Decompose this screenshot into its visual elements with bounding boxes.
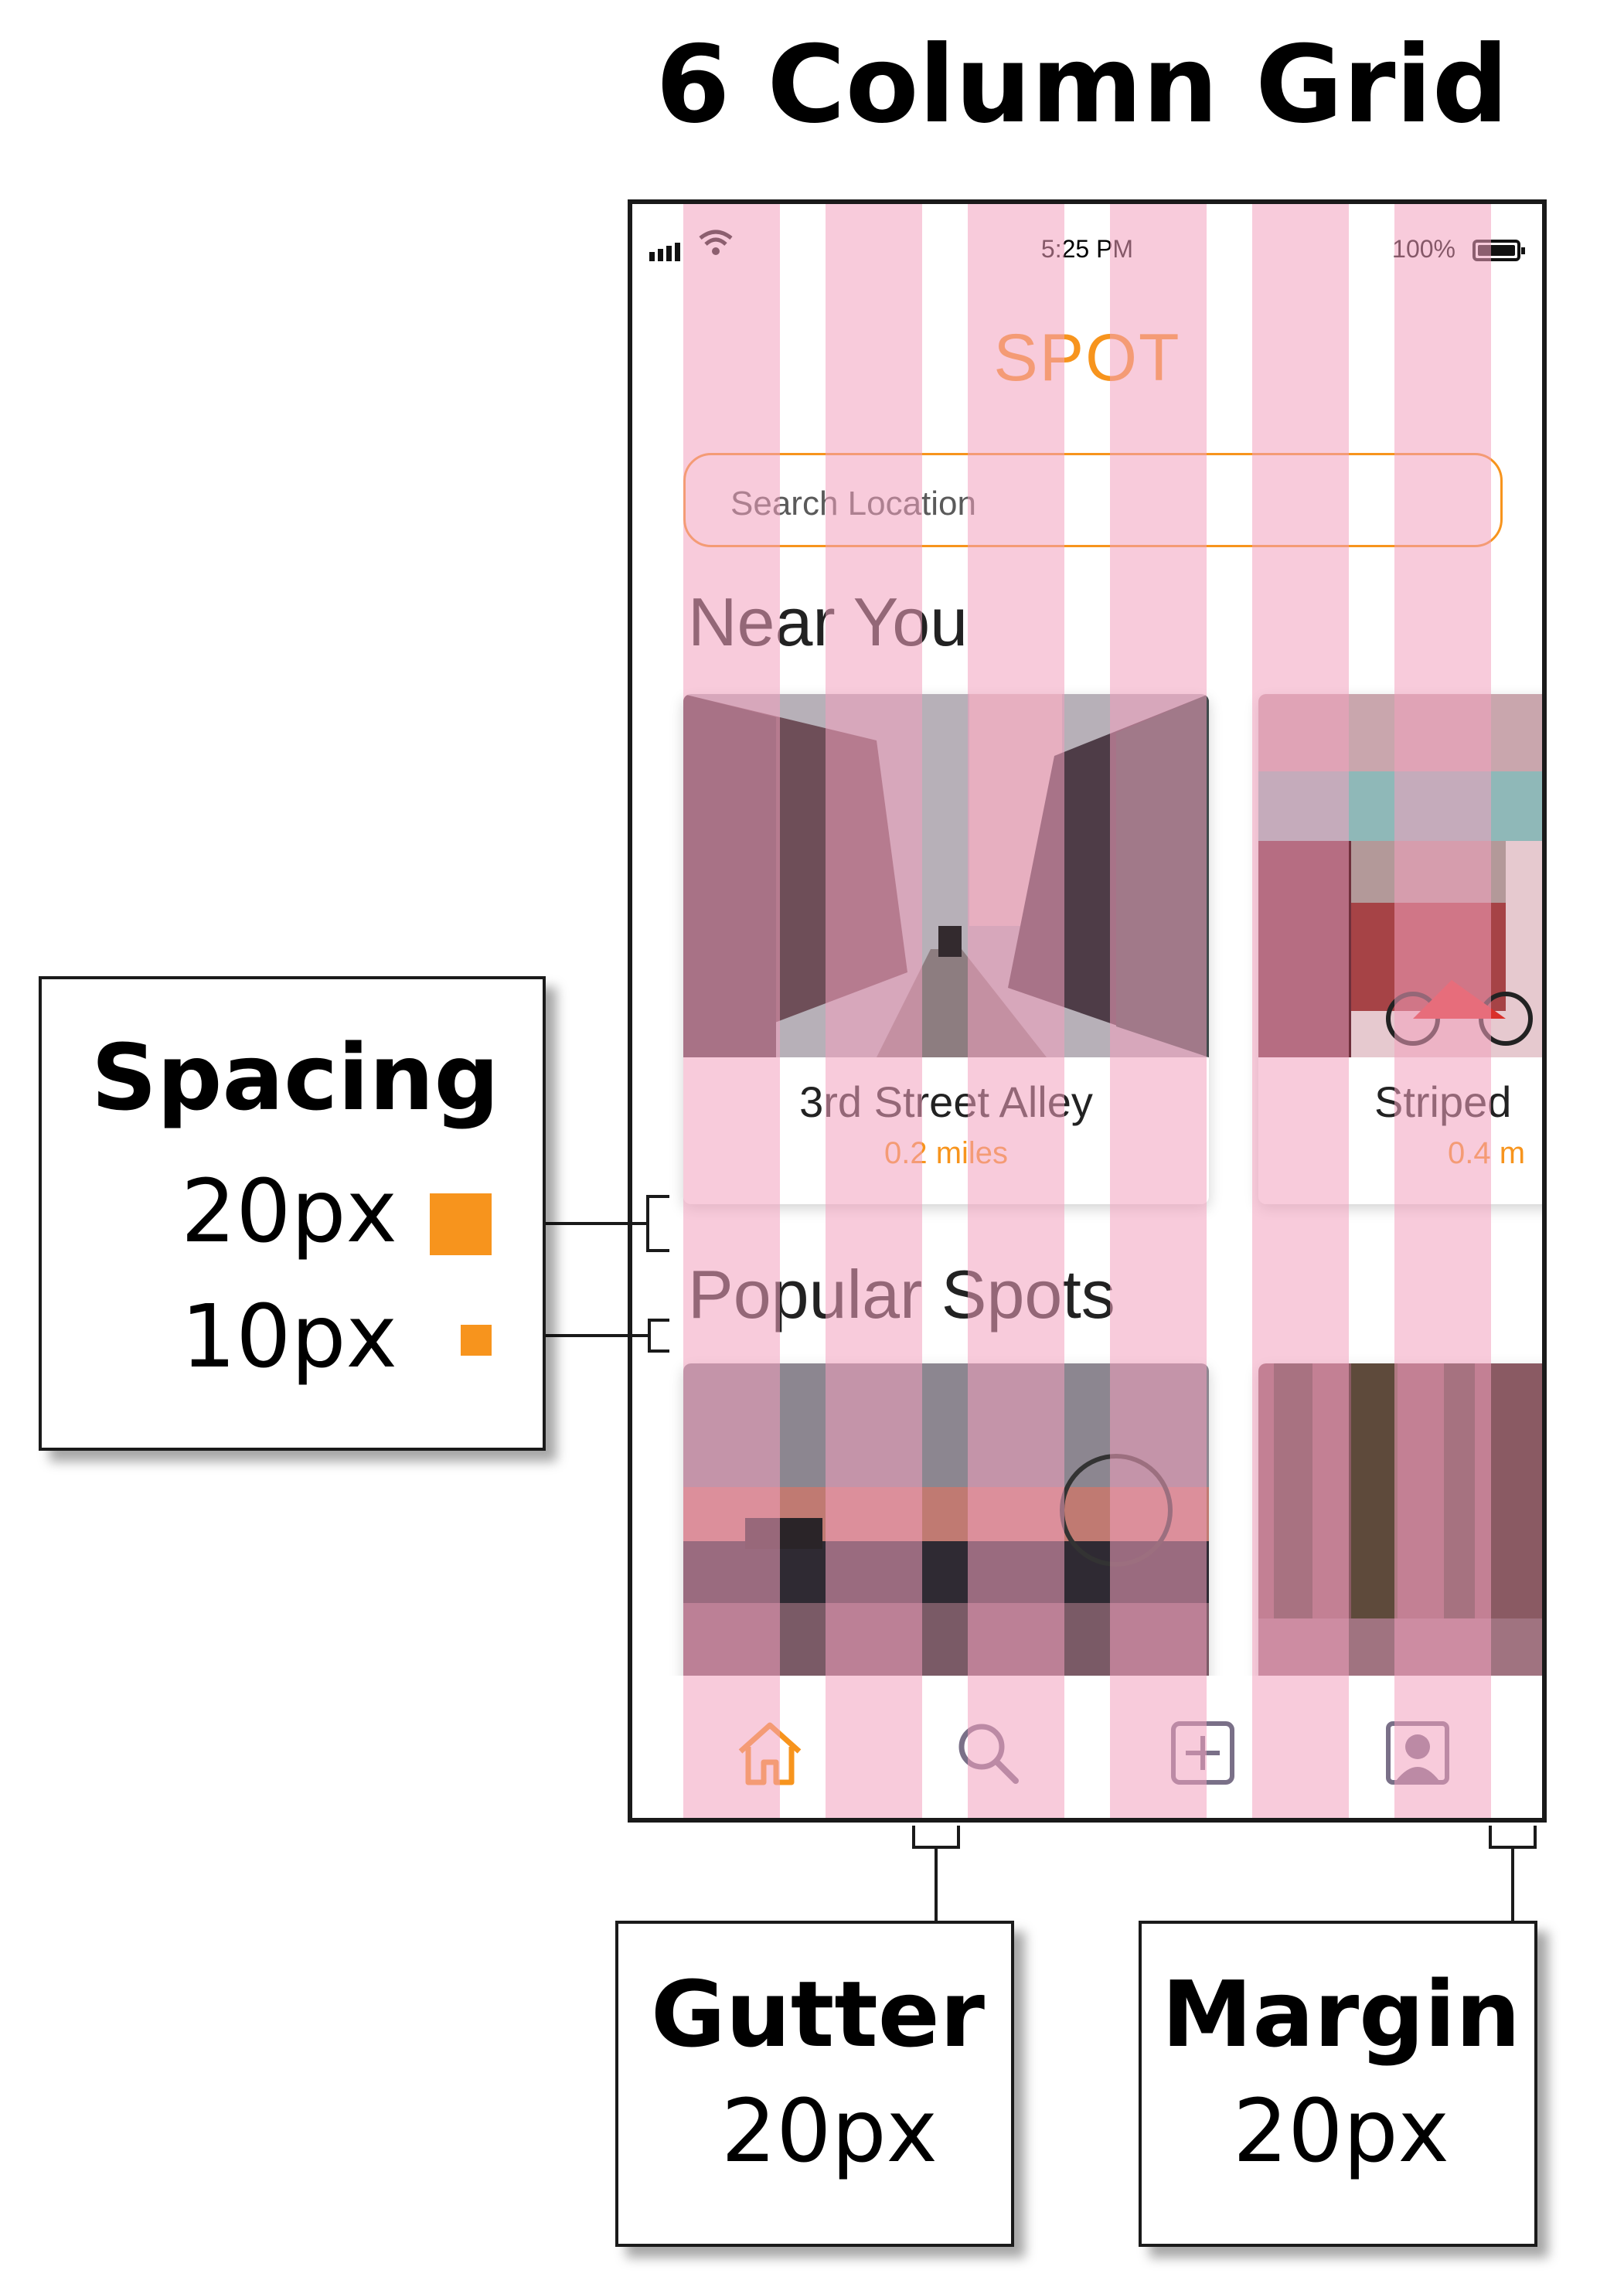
spacing-small-swatch <box>461 1325 492 1356</box>
margin-title: Margin <box>1161 1961 1521 2068</box>
margin-value: 20px <box>1233 2081 1449 2182</box>
spacing-title: Spacing <box>91 1024 499 1131</box>
spacing-large-swatch <box>430 1193 492 1255</box>
spacing-annotation-box: Spacing 20px 10px <box>39 976 546 1451</box>
margin-annotation-box: Margin 20px <box>1139 1921 1537 2247</box>
spacing-large-value: 20px <box>181 1162 397 1262</box>
gutter-annotation-box: Gutter 20px <box>615 1921 1014 2247</box>
spacing-small-value: 10px <box>181 1287 397 1387</box>
gutter-title: Gutter <box>651 1961 985 2068</box>
gutter-value: 20px <box>721 2081 938 2182</box>
